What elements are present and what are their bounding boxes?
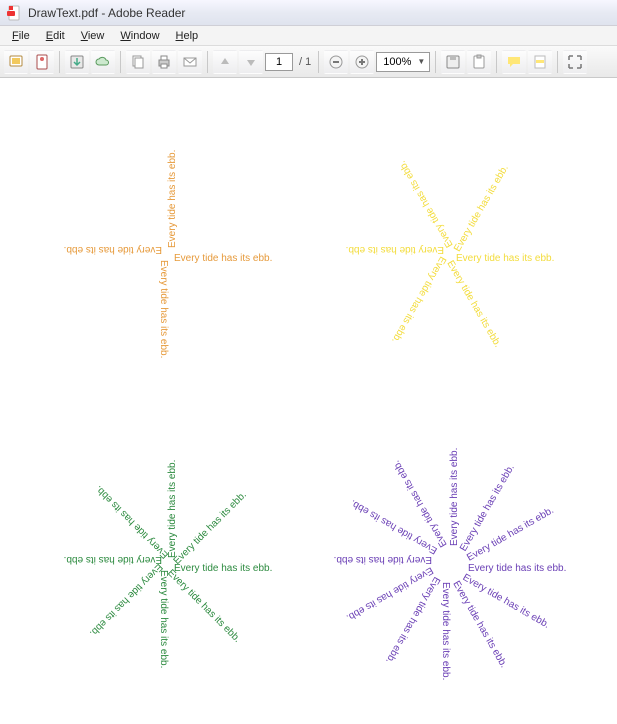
print-button[interactable] [152, 50, 176, 74]
page-up-button[interactable] [213, 50, 237, 74]
save-button[interactable] [65, 50, 89, 74]
radial-text-p3: Every tide has its ebb.Every tide has it… [28, 424, 308, 704]
ray-text: Every tide has its ebb. [389, 249, 450, 344]
arrow-down-icon [243, 54, 259, 70]
document-area[interactable]: Every tide has its ebb.Every tide has it… [0, 78, 617, 724]
toolbar-separator [496, 51, 497, 73]
toolbar: / 1 100% ▼ [0, 46, 617, 78]
ray-text: Every tide has its ebb. [398, 159, 459, 254]
ray-text: Every tide has its ebb. [94, 483, 175, 564]
organizer-button[interactable] [467, 50, 491, 74]
comment-button[interactable] [502, 50, 526, 74]
email-icon [182, 54, 198, 70]
ray-text: Every tide has its ebb. [168, 460, 178, 564]
email-button[interactable] [178, 50, 202, 74]
toolbar-separator [318, 51, 319, 73]
radial-text-p1: Every tide has its ebb.Every tide has it… [28, 114, 308, 394]
disk-icon [445, 54, 461, 70]
comment-icon [506, 54, 522, 70]
toolbar-separator [120, 51, 121, 73]
window-title: DrawText.pdf - Adobe Reader [28, 6, 611, 20]
zoom-select[interactable]: 100% ▼ [376, 52, 430, 72]
clipboard-icon [471, 54, 487, 70]
open-file-button[interactable] [30, 50, 54, 74]
ray-text: Every tide has its ebb. [441, 254, 502, 349]
ray-text: Every tide has its ebb. [161, 564, 242, 645]
chevron-down-icon: ▼ [415, 57, 427, 66]
menubar: File Edit View Window Help [0, 26, 617, 46]
highlight-icon [532, 54, 548, 70]
ray-text: Every tide has its ebb. [168, 490, 249, 571]
menu-file-rest: ile [19, 30, 30, 42]
print-file-button[interactable] [4, 50, 28, 74]
expand-icon [567, 54, 583, 70]
zoom-value: 100% [379, 56, 415, 68]
ray-text: Every tide has its ebb. [158, 254, 168, 358]
arrow-up-icon [217, 54, 233, 70]
center-ring [437, 551, 463, 577]
menu-view-rest: iew [88, 30, 105, 42]
menu-window-rest: indow [131, 30, 160, 42]
ray-text: Every tide has its ebb. [64, 554, 168, 564]
page-number-input[interactable] [265, 53, 293, 71]
ray-text: Every tide has its ebb. [64, 244, 168, 254]
menu-edit-rest: dit [53, 30, 65, 42]
pdf-app-icon [6, 5, 22, 21]
ray-text: Every tide has its ebb. [450, 254, 554, 264]
toolbar-separator [59, 51, 60, 73]
toolbar-separator [435, 51, 436, 73]
highlight-button[interactable] [528, 50, 552, 74]
open-icon [34, 54, 50, 70]
ray-text: Every tide has its ebb. [168, 564, 272, 574]
menu-edit[interactable]: Edit [38, 28, 73, 44]
minus-icon [328, 54, 344, 70]
titlebar: DrawText.pdf - Adobe Reader [0, 0, 617, 26]
ray-text: Every tide has its ebb. [440, 564, 450, 680]
menu-window[interactable]: Window [112, 28, 167, 44]
ray-text: Every tide has its ebb. [158, 564, 168, 668]
menu-file[interactable]: File [4, 28, 38, 44]
cloud-icon [95, 54, 111, 70]
pages-button[interactable] [126, 50, 150, 74]
ray-text: Every tide has its ebb. [346, 244, 450, 254]
save-disk-button[interactable] [441, 50, 465, 74]
page-total-label: / 1 [299, 56, 311, 68]
cloud-button[interactable] [91, 50, 115, 74]
radial-text-p4: Every tide has its ebb.Every tide has it… [310, 424, 590, 704]
menu-help-rest: elp [183, 30, 198, 42]
radial-text-p2: Every tide has its ebb.Every tide has it… [310, 114, 590, 394]
printer-icon [8, 54, 24, 70]
pdf-page: Every tide has its ebb.Every tide has it… [10, 84, 607, 724]
zoom-out-button[interactable] [324, 50, 348, 74]
zoom-in-button[interactable] [350, 50, 374, 74]
print-icon [156, 54, 172, 70]
menu-help[interactable]: Help [168, 28, 207, 44]
save-icon [69, 54, 85, 70]
ray-text: Every tide has its ebb. [168, 150, 178, 254]
ray-text: Every tide has its ebb. [450, 164, 511, 259]
ray-text: Every tide has its ebb. [87, 557, 168, 638]
toolbar-separator [557, 51, 558, 73]
pages-icon [130, 54, 146, 70]
ray-text: Every tide has its ebb. [168, 254, 272, 264]
page-down-button[interactable] [239, 50, 263, 74]
read-mode-button[interactable] [563, 50, 587, 74]
plus-icon [354, 54, 370, 70]
toolbar-separator [207, 51, 208, 73]
menu-view[interactable]: View [73, 28, 113, 44]
